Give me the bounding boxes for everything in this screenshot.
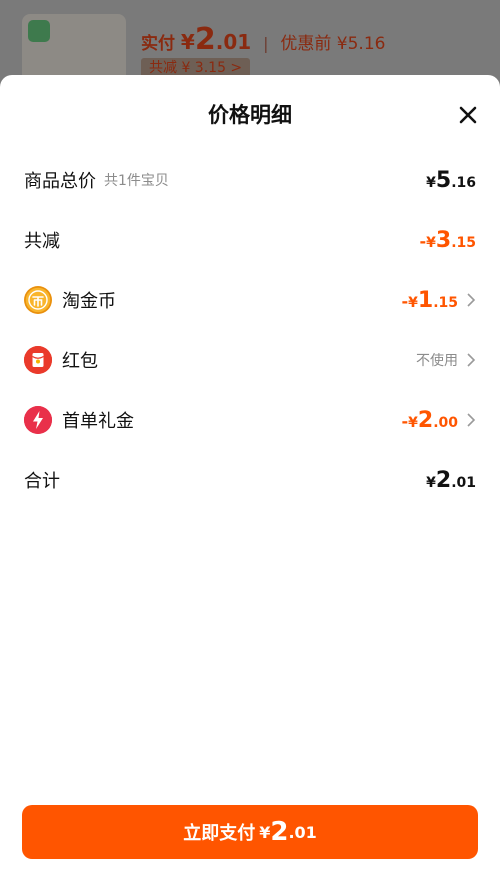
red-packet-label: 红包 xyxy=(62,351,98,372)
row-total-price: 商品总价 共1件宝贝 ¥5.16 xyxy=(0,160,500,200)
coins-label: 淘金币 xyxy=(62,291,116,312)
sheet-title: 价格明细 xyxy=(208,103,292,127)
red-packet-value: 不使用 xyxy=(416,353,458,369)
close-icon[interactable] xyxy=(458,105,478,125)
pay-now-button[interactable]: 立即支付 ¥2.01 xyxy=(22,805,478,859)
row-total-discount: 共减 -¥3.15 xyxy=(0,220,500,260)
total-price-amount: ¥5.16 xyxy=(426,167,476,193)
price-detail-sheet: 价格明细 商品总价 共1件宝贝 ¥5.16 共减 -¥3.15 淘金币 -¥1.… xyxy=(0,75,500,879)
chevron-right-icon xyxy=(467,293,476,307)
lightning-icon xyxy=(24,406,52,434)
sum-label: 合计 xyxy=(24,471,60,492)
app-logo-icon xyxy=(28,20,50,42)
discount-amount: -¥3.15 xyxy=(419,227,476,253)
item-count: 共1件宝贝 xyxy=(104,173,169,189)
row-first-order-gift[interactable]: 首单礼金 -¥2.00 xyxy=(0,400,500,440)
coin-icon xyxy=(24,286,52,314)
row-sum: 合计 ¥2.01 xyxy=(0,460,500,500)
discount-label: 共减 xyxy=(24,231,60,252)
sum-amount: ¥2.01 xyxy=(426,467,476,493)
product-thumbnail xyxy=(22,14,126,84)
chevron-right-icon xyxy=(467,413,476,427)
first-order-label: 首单礼金 xyxy=(62,411,134,432)
total-price-label: 商品总价 xyxy=(24,171,96,192)
background-pay-summary: 实付 ¥2.01 | 优惠前 ¥5.16 xyxy=(141,22,386,57)
chevron-right-icon xyxy=(467,353,476,367)
row-taojinbi[interactable]: 淘金币 -¥1.15 xyxy=(0,280,500,320)
coins-amount: -¥1.15 xyxy=(401,287,458,313)
row-red-packet[interactable]: 红包 不使用 xyxy=(0,340,500,380)
red-packet-icon xyxy=(24,346,52,374)
first-order-amount: -¥2.00 xyxy=(401,407,458,433)
